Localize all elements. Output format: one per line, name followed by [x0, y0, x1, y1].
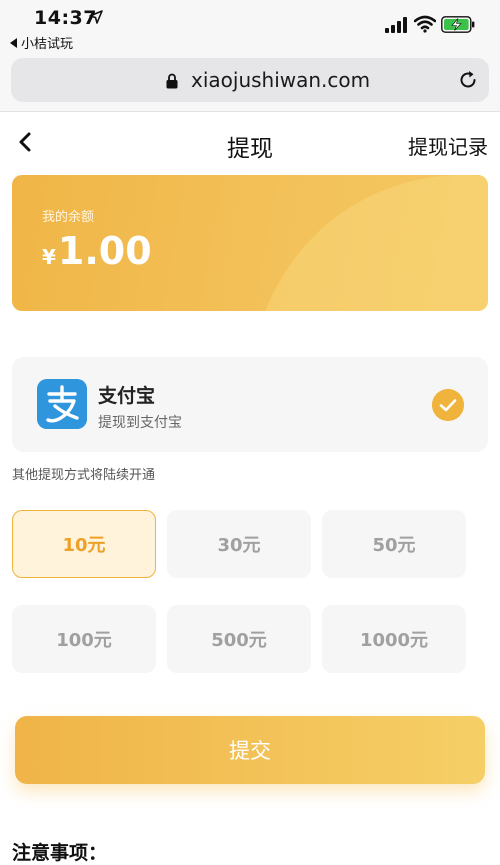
amount-option-10[interactable]: 10元: [12, 510, 156, 578]
currency-symbol: ¥: [42, 245, 56, 269]
notes-title: 注意事项：: [12, 842, 108, 864]
amount-option-50[interactable]: 50元: [322, 510, 466, 578]
balance-amount: ¥ 1.00: [42, 229, 152, 273]
clock-time: 14:37: [34, 7, 97, 29]
balance-value: 1.00: [57, 229, 152, 273]
amount-option-1000[interactable]: 1000元: [322, 605, 466, 673]
signal-icon: [385, 17, 407, 33]
location-arrow-icon: [89, 10, 103, 24]
back-app-label: 小桔试玩: [21, 37, 74, 52]
battery-charging-icon: [441, 16, 475, 33]
amount-option-30[interactable]: 30元: [167, 510, 311, 578]
status-bar: 14:37 小桔试玩: [0, 0, 500, 52]
withdraw-record-link[interactable]: 提现记录: [408, 131, 488, 160]
other-methods-note: 其他提现方式将陆续开通: [12, 468, 156, 483]
lock-icon: [166, 73, 178, 89]
alipay-option[interactable]: 支付宝 提现到支付宝: [12, 357, 488, 452]
card-decoration: [252, 175, 488, 311]
nav-bar: 提现 提现记录: [0, 113, 500, 173]
balance-card: 我的余额 ¥ 1.00: [12, 175, 488, 311]
checkmark-circle-icon[interactable]: [432, 389, 464, 421]
back-to-app-link[interactable]: 小桔试玩: [10, 33, 73, 52]
reload-icon[interactable]: [458, 70, 478, 90]
payment-name: 支付宝: [98, 385, 156, 407]
url-text[interactable]: xiaojushiwan.com: [191, 68, 370, 92]
alipay-logo-icon: [37, 379, 87, 429]
amount-option-500[interactable]: 500元: [167, 605, 311, 673]
back-triangle-icon: [10, 37, 17, 48]
payment-description: 提现到支付宝: [98, 415, 182, 431]
balance-label: 我的余额: [42, 210, 95, 225]
browser-address-area: xiaojushiwan.com: [0, 52, 500, 112]
url-bar[interactable]: xiaojushiwan.com: [11, 58, 489, 102]
amount-option-100[interactable]: 100元: [12, 605, 156, 673]
wifi-icon: [414, 15, 436, 33]
submit-button[interactable]: 提交: [15, 716, 485, 784]
